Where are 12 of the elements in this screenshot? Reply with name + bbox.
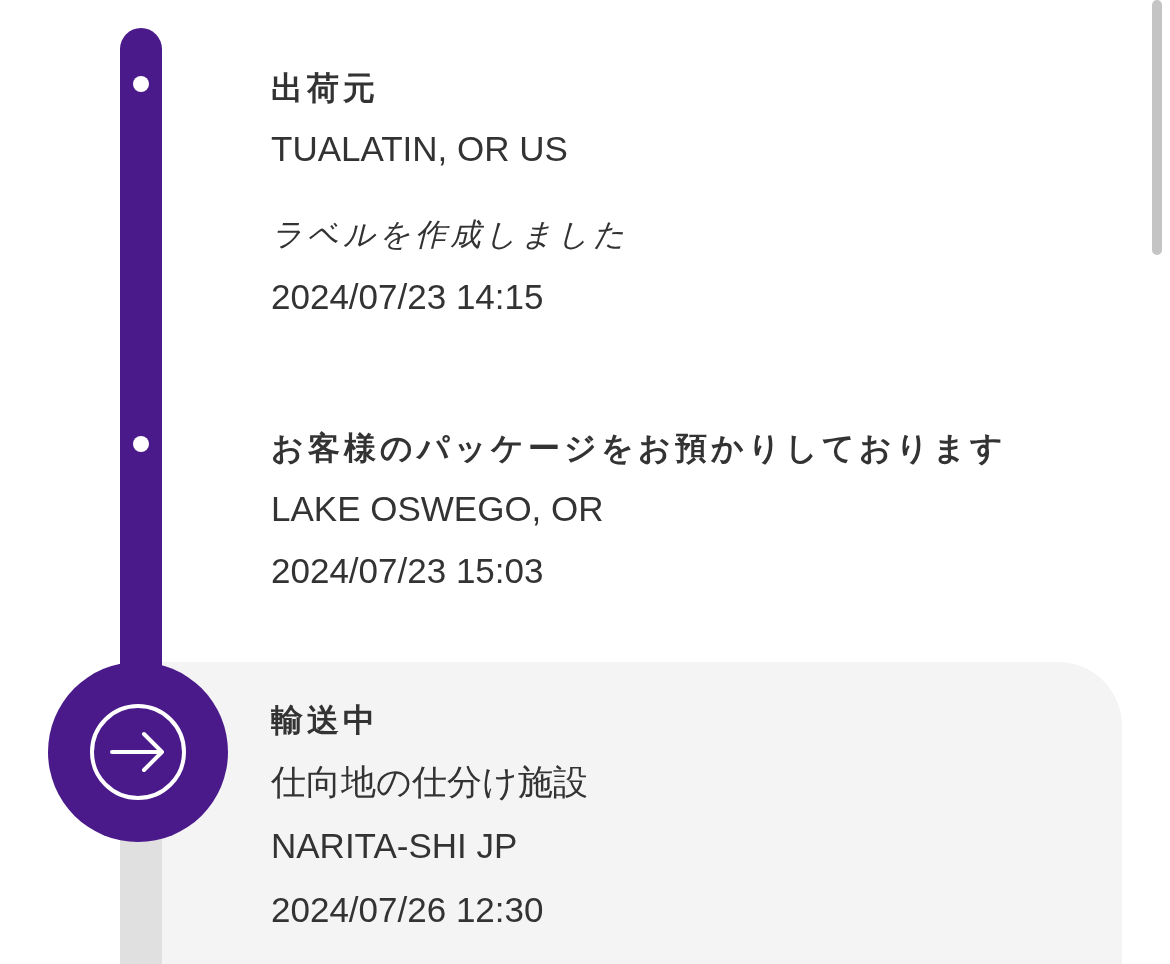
event-location: 仕向地の仕分け施設	[271, 761, 588, 803]
event-location: TUALATIN, OR US	[271, 128, 569, 170]
event-location: LAKE OSWEGO, OR	[271, 488, 605, 530]
event-time: 2024/07/23 14:15	[271, 276, 545, 318]
event-title: 出荷元	[271, 69, 380, 108]
event-title: 輸送中	[271, 701, 380, 740]
event-time: 2024/07/23 15:03	[271, 550, 545, 592]
event-note: ラベルを作成しました	[271, 216, 629, 254]
event-title: お客様のパッケージをお預かりしております	[271, 429, 1007, 468]
scrollbar-thumb[interactable]	[1152, 0, 1162, 255]
event-location: NARITA-SHI JP	[271, 825, 519, 867]
event-time: 2024/07/26 12:30	[271, 889, 545, 931]
